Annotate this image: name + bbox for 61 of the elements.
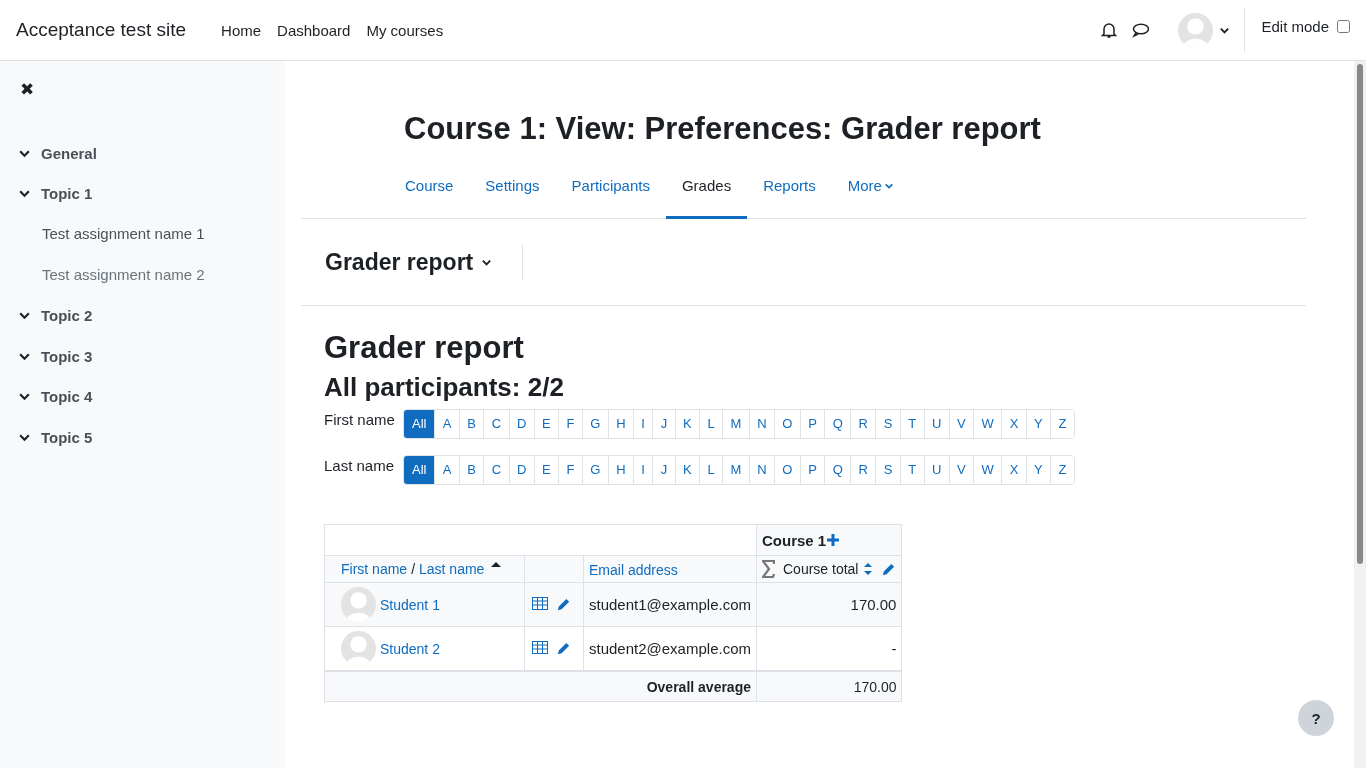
activity-link[interactable]: Test assignment name 2: [18, 254, 285, 296]
page-title: Course 1: View: Preferences: Grader report: [404, 111, 1042, 147]
avatar-icon: [341, 587, 376, 622]
average-value: 170.00: [853, 678, 897, 695]
plus-icon[interactable]: [826, 533, 841, 547]
sort-ascending-icon[interactable]: [490, 561, 503, 569]
student-link[interactable]: Student 2: [380, 640, 440, 657]
section-link[interactable]: Topic 3: [41, 347, 93, 365]
heading: Grader report: [324, 330, 525, 366]
help-button[interactable]: ?: [1298, 700, 1334, 736]
pencil-icon[interactable]: [881, 561, 897, 577]
tab[interactable]: Grades: [665, 169, 748, 219]
site-name[interactable]: Acceptance test site: [16, 19, 187, 41]
section-link[interactable]: Topic 4: [41, 388, 93, 406]
sigma-icon: [762, 560, 775, 578]
initials-label: Last name: [324, 457, 396, 474]
section-link[interactable]: Topic 1: [41, 185, 93, 203]
sort-link[interactable]: First name: [341, 561, 408, 577]
email-text: student1@example.com: [589, 596, 751, 613]
initial-filter[interactable]: Z: [1050, 410, 1074, 438]
section-link[interactable]: General: [41, 144, 97, 162]
tab[interactable]: Reports: [747, 169, 832, 219]
student-link[interactable]: Student 1: [380, 596, 440, 613]
avatar-icon: [341, 631, 376, 666]
sort-link[interactable]: Last name: [419, 561, 485, 577]
tab[interactable]: Settings: [469, 169, 556, 219]
report-selector[interactable]: Grader report: [325, 248, 493, 276]
edit-mode-label: Edit mode: [1261, 18, 1329, 35]
nav-link[interactable]: My courses: [366, 21, 444, 39]
grade-value: 170.00: [850, 596, 897, 613]
subheading: All participants: 2/2: [324, 372, 565, 403]
initial-filter[interactable]: Z: [1050, 456, 1074, 484]
grade-value: -: [891, 640, 897, 657]
chat-bubble-icon[interactable]: [1132, 22, 1151, 38]
nav-link[interactable]: Dashboard: [277, 21, 351, 39]
scrollbar-thumb[interactable]: [1357, 64, 1363, 564]
pencil-icon[interactable]: [556, 597, 571, 612]
bell-icon[interactable]: [1100, 21, 1119, 39]
section-link[interactable]: Topic 5: [41, 428, 93, 446]
average-label: Overall average: [646, 678, 751, 695]
sort-icon[interactable]: [863, 562, 874, 576]
nav-link[interactable]: Home: [221, 21, 262, 39]
tab[interactable]: Course: [389, 169, 470, 219]
edit-mode-checkbox[interactable]: [1337, 20, 1350, 33]
tab[interactable]: Participants: [555, 169, 666, 219]
close-button[interactable]: ✖: [18, 79, 36, 100]
separator-text: /: [411, 561, 415, 577]
activity-link[interactable]: Test assignment name 1: [18, 214, 285, 255]
email-text: student2@example.com: [589, 640, 751, 657]
tab[interactable]: More: [831, 169, 910, 219]
pencil-icon[interactable]: [556, 641, 571, 656]
table-icon[interactable]: [532, 597, 548, 610]
table-icon[interactable]: [532, 641, 548, 654]
avatar-icon: [1178, 12, 1214, 48]
initial-filter[interactable]: All: [404, 410, 435, 438]
scrollbar[interactable]: [1354, 61, 1366, 768]
section-link[interactable]: Topic 2: [41, 307, 93, 325]
initial-filter[interactable]: All: [404, 456, 435, 484]
category-name: Course 1: [762, 531, 827, 549]
column-header: Course total: [783, 561, 859, 577]
initials-label: First name: [324, 411, 396, 428]
